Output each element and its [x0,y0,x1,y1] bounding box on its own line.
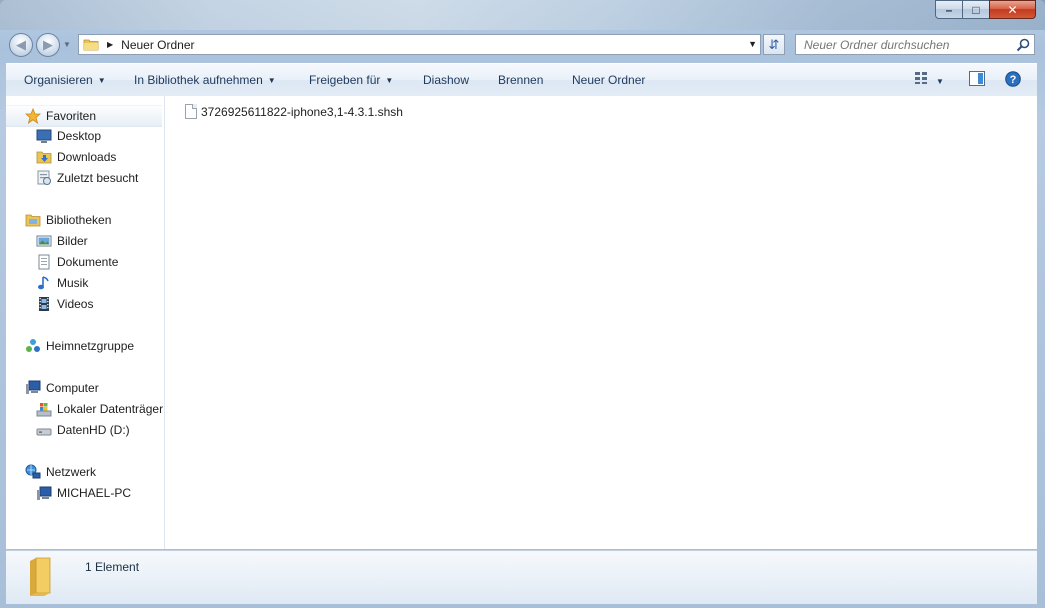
burn-button[interactable]: Brennen [498,73,543,87]
details-pane: 1 Element [6,550,1037,604]
nav-homegroup[interactable]: Heimnetzgruppe [6,336,164,356]
homegroup-icon [25,338,41,354]
command-bar: Organisieren ▼ In Bibliothek aufnehmen ▼ F… [6,63,1037,97]
hard-drive-icon [36,422,52,438]
chevron-down-icon: ▼ [936,77,944,86]
nav-pictures-label: Bilder [57,234,88,248]
downloads-icon [36,149,52,165]
nav-downloads-label: Downloads [57,150,117,164]
nav-music-label: Musik [57,276,89,290]
star-icon [24,107,42,124]
chevron-down-icon: ▼ [385,76,394,85]
computer-icon [25,380,41,396]
close-button[interactable]: ✕ [989,0,1036,19]
nav-data-drive[interactable]: DatenHD (D:) [6,420,164,440]
maximize-button[interactable]: □ [962,0,990,19]
back-arrow-icon: ◀ [16,37,26,52]
nav-favorites[interactable]: Favoriten [6,105,162,127]
file-icon [185,104,197,119]
address-history-dropdown-icon[interactable]: ▼ [748,39,757,49]
nav-network[interactable]: Netzwerk [6,462,164,482]
new-folder-button[interactable]: Neuer Ordner [572,73,645,87]
nav-documents[interactable]: Dokumente [6,252,164,272]
file-name: 3726925611822-iphone3,1-4.3.1.shsh [201,104,403,119]
forward-button[interactable]: ▶ [36,33,60,57]
nav-pictures[interactable]: Bilder [6,231,164,251]
nav-libraries-label: Bibliotheken [46,213,112,227]
nav-libraries[interactable]: Bibliotheken [6,210,164,230]
nav-network-label: Netzwerk [46,465,97,479]
nav-documents-label: Dokumente [57,255,119,269]
folder-icon [30,557,51,596]
nav-local-disk-label: Lokaler Datenträger [57,402,164,416]
refresh-icon: ⇵ [768,36,780,52]
folder-icon [83,39,99,51]
pictures-icon [36,233,52,249]
file-item[interactable]: 3726925611822-iphone3,1-4.3.1.shsh [185,104,403,119]
nav-recent-places-label: Zuletzt besucht [57,171,139,185]
share-with-menu[interactable]: Freigeben für ▼ [309,73,393,87]
nav-videos[interactable]: Videos [6,294,164,314]
nav-data-drive-label: DatenHD (D:) [57,423,130,437]
view-icon [915,72,927,84]
add-to-library-label: In Bibliothek aufnehmen [134,73,263,87]
nav-favorites-label: Favoriten [46,109,97,123]
search-input[interactable] [802,36,1016,53]
nav-downloads[interactable]: Downloads [6,147,164,167]
documents-icon [36,254,52,270]
film-icon [36,296,52,312]
chevron-down-icon: ▼ [97,76,106,85]
nav-videos-label: Videos [57,297,94,311]
preview-pane-icon [969,71,985,86]
chevron-down-icon: ▼ [267,76,276,85]
file-list[interactable]: 3726925611822-iphone3,1-4.3.1.shsh [165,96,1037,549]
nav-michael-pc-label: MICHAEL-PC [57,486,132,500]
forward-arrow-icon: ▶ [43,37,53,52]
add-to-library-menu[interactable]: In Bibliothek aufnehmen ▼ [134,73,276,87]
nav-desktop-label: Desktop [57,129,102,143]
libraries-icon [25,212,41,228]
recent-pages-dropdown-icon[interactable]: ▼ [63,40,73,50]
nav-music[interactable]: Musik [6,273,164,293]
music-note-icon [36,275,52,291]
help-button[interactable]: ? [1005,71,1021,90]
desktop-icon [36,128,52,144]
title-bar [0,0,1045,30]
search-box[interactable] [795,34,1035,55]
nav-computer-label: Computer [46,381,99,395]
back-button[interactable]: ◀ [9,33,33,57]
help-icon: ? [1005,71,1021,87]
recent-places-icon [36,170,52,186]
nav-homegroup-label: Heimnetzgruppe [46,339,135,353]
navigation-pane: Favoriten Desktop Downloads Zuletzt besu… [6,96,165,549]
search-icon[interactable] [1016,38,1030,52]
preview-pane-button[interactable] [969,71,985,89]
network-globe-icon [25,464,41,480]
address-bar[interactable]: ▶ Neuer Ordner ▼ [78,34,761,55]
svg-text:?: ? [1010,74,1017,86]
organize-menu[interactable]: Organisieren ▼ [24,73,106,87]
refresh-button[interactable]: ⇵ [763,34,785,55]
windows-drive-icon [36,401,52,417]
view-options-button[interactable]: ▼ [914,71,944,88]
nav-michael-pc[interactable]: MICHAEL-PC [6,483,164,503]
computer-icon [36,485,52,501]
nav-local-disk[interactable]: Lokaler Datenträger [6,399,164,419]
explorer-window: – □ ✕ ◀ ▶ ▼ ▶ Neuer Ordner ▼ ⇵ Organisie… [0,0,1045,608]
slideshow-button[interactable]: Diashow [423,73,469,87]
nav-desktop[interactable]: Desktop [6,126,164,146]
item-count: 1 Element [85,560,140,574]
nav-recent-places[interactable]: Zuletzt besucht [6,168,164,188]
nav-computer[interactable]: Computer [6,378,164,398]
breadcrumb-current-folder[interactable]: Neuer Ordner [121,38,194,52]
share-with-label: Freigeben für [309,73,381,87]
breadcrumb-separator-icon[interactable]: ▶ [107,40,113,49]
minimize-button[interactable]: – [935,0,963,19]
organize-label: Organisieren [24,73,93,87]
